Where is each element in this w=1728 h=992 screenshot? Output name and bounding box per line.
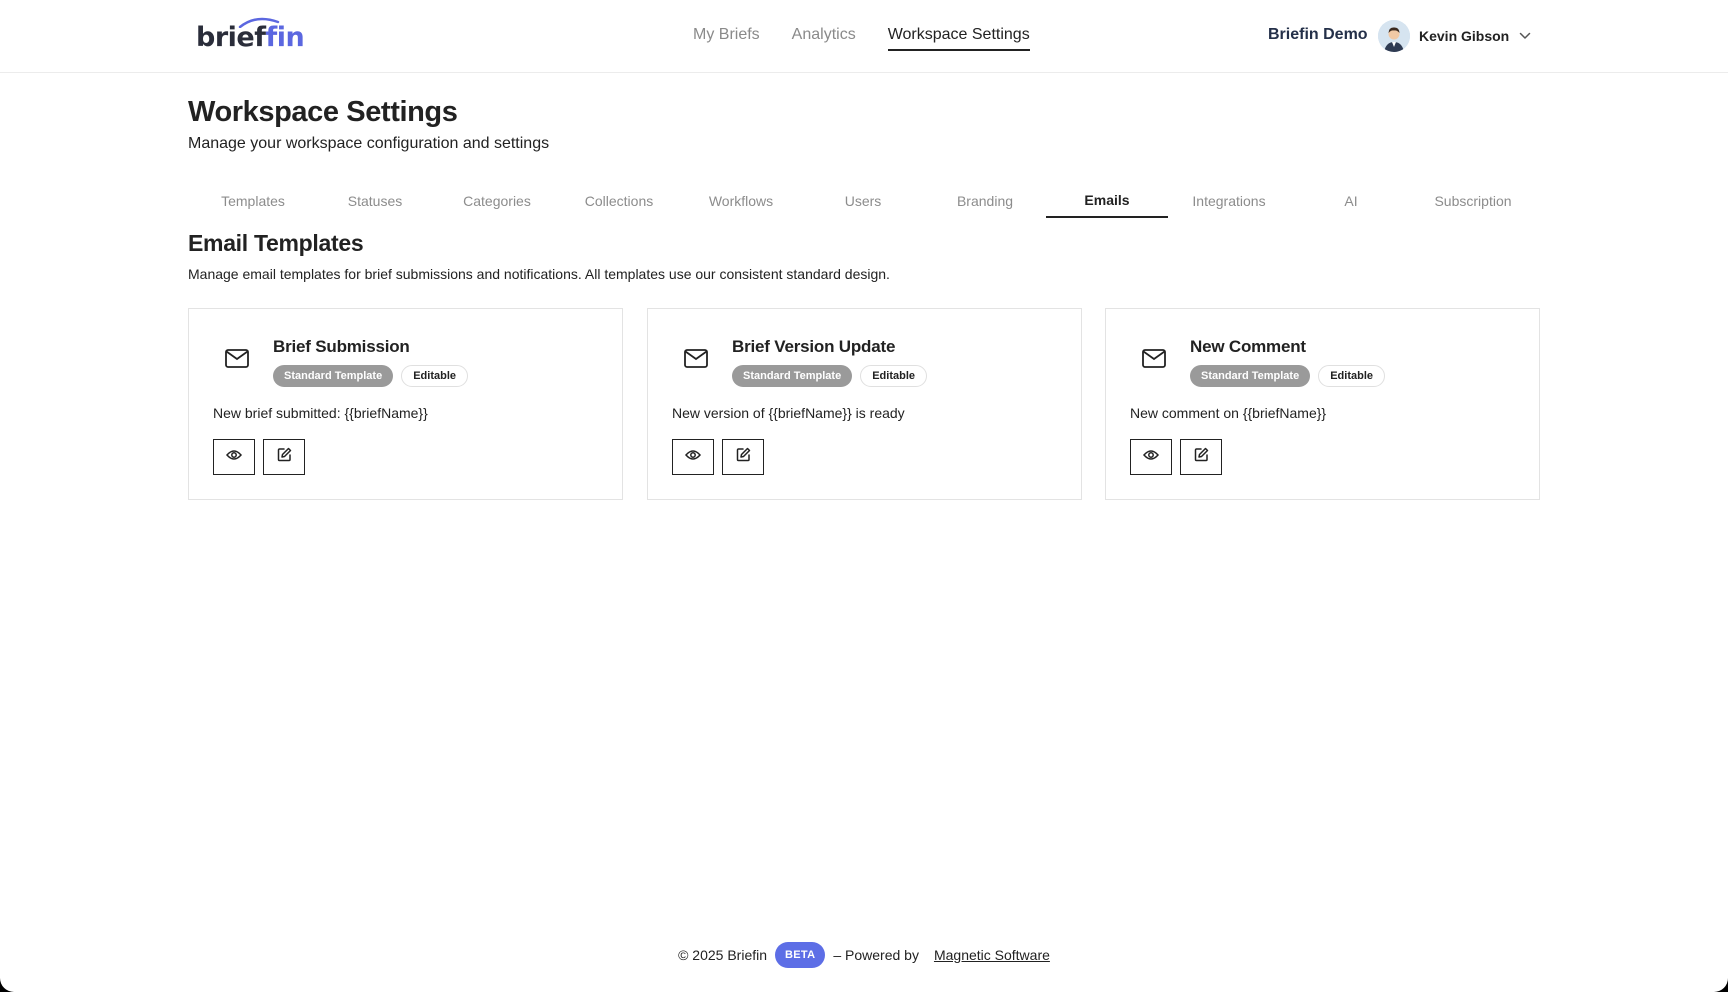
app-window: brieffin My Briefs Analytics Workspace S…: [0, 0, 1728, 992]
logo-wordmark: brieffin: [196, 22, 305, 53]
card-title: Brief Submission: [273, 337, 410, 356]
footer-powered-by: – Powered by: [833, 947, 919, 963]
section-title: Email Templates: [188, 230, 364, 256]
chevron-down-icon: [1519, 32, 1531, 40]
footer-copyright: © 2025 Briefin: [678, 947, 768, 963]
logo-prefix: brief: [196, 22, 266, 53]
card-subject: New brief submitted: {{briefName}}: [213, 405, 428, 421]
email-template-list: Brief Submission Standard Template Edita…: [188, 308, 1540, 500]
tab-templates[interactable]: Templates: [192, 186, 314, 218]
page-subtitle: Manage your workspace configuration and …: [188, 135, 550, 152]
tab-integrations[interactable]: Integrations: [1168, 186, 1290, 218]
card-badges: Standard Template Editable: [1190, 365, 1386, 387]
briefin-logo[interactable]: brieffin: [196, 17, 305, 54]
editable-badge: Editable: [401, 365, 469, 387]
user-menu[interactable]: Kevin Gibson: [1378, 20, 1531, 52]
eye-icon: [685, 448, 701, 466]
mail-icon: [225, 349, 251, 369]
email-template-card: Brief Submission Standard Template Edita…: [188, 308, 623, 500]
tab-categories[interactable]: Categories: [436, 186, 558, 218]
editable-badge: Editable: [1318, 365, 1386, 387]
tab-emails[interactable]: Emails: [1046, 186, 1168, 218]
edit-button[interactable]: [1180, 439, 1222, 475]
card-title: Brief Version Update: [732, 337, 896, 356]
nav-workspace-settings[interactable]: Workspace Settings: [887, 26, 1030, 51]
eye-icon: [226, 448, 242, 466]
avatar-person-icon: [1378, 20, 1410, 52]
card-badges: Standard Template Editable: [273, 365, 469, 387]
tab-workflows[interactable]: Workflows: [680, 186, 802, 218]
standard-template-badge: Standard Template: [1190, 365, 1311, 387]
logo-suffix: fin: [265, 22, 305, 53]
card-title: New Comment: [1190, 337, 1306, 356]
tab-collections[interactable]: Collections: [558, 186, 680, 218]
standard-template-badge: Standard Template: [732, 365, 853, 387]
tab-subscription[interactable]: Subscription: [1412, 186, 1534, 218]
standard-template-badge: Standard Template: [273, 365, 394, 387]
user-name: Kevin Gibson: [1419, 28, 1510, 44]
edit-button[interactable]: [722, 439, 764, 475]
card-actions: [672, 439, 772, 475]
section-description: Manage email templates for brief submiss…: [188, 266, 890, 282]
preview-button[interactable]: [213, 439, 255, 475]
user-avatar: [1378, 20, 1410, 52]
settings-tabs: Templates Statuses Categories Collection…: [192, 186, 1534, 218]
email-template-card: New Comment Standard Template Editable N…: [1105, 308, 1540, 500]
nav-my-briefs[interactable]: My Briefs: [693, 26, 760, 51]
magnetic-software-link[interactable]: Magnetic Software: [934, 947, 1050, 963]
workspace-switcher[interactable]: Briefin Demo: [1268, 26, 1368, 44]
logo-suffix-text: in: [276, 22, 305, 53]
edit-icon: [736, 447, 751, 467]
top-navigation-bar: brieffin My Briefs Analytics Workspace S…: [0, 0, 1728, 73]
edit-icon: [1194, 447, 1209, 467]
tab-users[interactable]: Users: [802, 186, 924, 218]
main-navigation: My Briefs Analytics Workspace Settings: [693, 26, 1062, 51]
edit-icon: [277, 447, 292, 467]
card-subject: New comment on {{briefName}}: [1130, 405, 1327, 421]
preview-button[interactable]: [1130, 439, 1172, 475]
tab-ai[interactable]: AI: [1290, 186, 1412, 218]
card-actions: [1130, 439, 1230, 475]
preview-button[interactable]: [672, 439, 714, 475]
card-subject: New version of {{briefName}} is ready: [672, 405, 905, 421]
card-badges: Standard Template Editable: [732, 365, 928, 387]
eye-icon: [1143, 448, 1159, 466]
tab-statuses[interactable]: Statuses: [314, 186, 436, 218]
editable-badge: Editable: [860, 365, 928, 387]
page-footer: © 2025 Briefin BETA – Powered by Magneti…: [0, 942, 1728, 968]
card-actions: [213, 439, 313, 475]
email-template-card: Brief Version Update Standard Template E…: [647, 308, 1082, 500]
page-title: Workspace Settings: [188, 96, 458, 128]
mail-icon: [1142, 349, 1168, 369]
edit-button[interactable]: [263, 439, 305, 475]
nav-analytics[interactable]: Analytics: [792, 26, 856, 51]
beta-badge: BETA: [775, 942, 826, 968]
tab-branding[interactable]: Branding: [924, 186, 1046, 218]
mail-icon: [684, 349, 710, 369]
